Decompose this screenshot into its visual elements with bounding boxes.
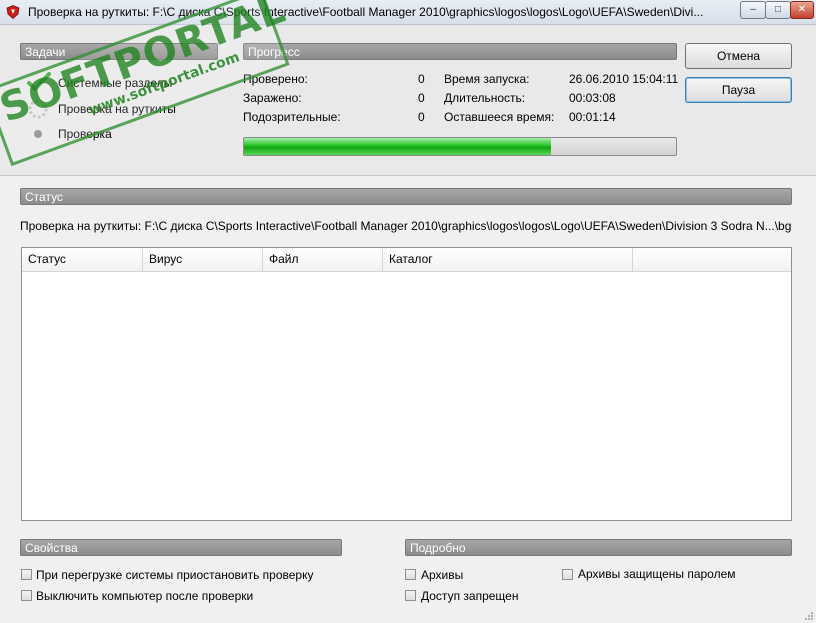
status-text: Проверка на руткиты: F:\C диска C\Sports… <box>20 219 792 233</box>
resize-grip-icon[interactable] <box>804 611 814 621</box>
pause-on-reboot-label: При перегрузке системы приостановить про… <box>36 568 314 582</box>
status-header: Статус <box>20 188 792 205</box>
close-button[interactable]: ✕ <box>790 1 814 19</box>
minimize-button[interactable]: – <box>740 1 766 19</box>
shutdown-after-scan-label: Выключить компьютер после проверки <box>36 589 254 603</box>
checked-value: 0 <box>418 72 425 86</box>
suspicious-value: 0 <box>418 110 425 124</box>
progress-bar-fill <box>244 138 551 155</box>
shutdown-after-scan-checkbox[interactable] <box>21 590 32 601</box>
pause-on-reboot-checkbox[interactable] <box>21 569 32 580</box>
archives-checkbox[interactable] <box>405 569 416 580</box>
results-table[interactable]: Статус Вирус Файл Каталог <box>21 247 792 521</box>
protected-archives-checkbox[interactable] <box>562 569 573 580</box>
column-folder[interactable]: Каталог <box>383 248 633 272</box>
details-header: Подробно <box>405 539 792 556</box>
start-time-value: 26.06.2010 15:04:11 <box>569 72 679 86</box>
suspicious-label: Подозрительные: <box>243 110 341 124</box>
cancel-button[interactable]: Отмена <box>685 43 792 69</box>
properties-header: Свойства <box>20 539 342 556</box>
progress-header: Прогресс <box>243 43 677 60</box>
duration-label: Длительность: <box>444 91 526 105</box>
column-virus[interactable]: Вирус <box>143 248 263 272</box>
column-file[interactable]: Файл <box>263 248 383 272</box>
progress-bar <box>243 137 677 156</box>
maximize-button[interactable]: □ <box>765 1 791 19</box>
column-filler <box>633 248 791 272</box>
access-denied-label: Доступ запрещен <box>421 589 519 603</box>
infected-value: 0 <box>418 91 425 105</box>
duration-value: 00:03:08 <box>569 91 616 105</box>
archives-label: Архивы <box>421 568 464 582</box>
start-time-label: Время запуска: <box>444 72 530 86</box>
top-pane-separator <box>0 175 816 176</box>
access-denied-checkbox[interactable] <box>405 590 416 601</box>
protected-archives-label: Архивы защищены паролем <box>578 567 736 581</box>
shield-icon <box>6 5 20 19</box>
remaining-label: Оставшееся время: <box>444 110 555 124</box>
remaining-value: 00:01:14 <box>569 110 616 124</box>
pause-button[interactable]: Пауза <box>685 77 792 103</box>
column-status[interactable]: Статус <box>22 248 143 272</box>
